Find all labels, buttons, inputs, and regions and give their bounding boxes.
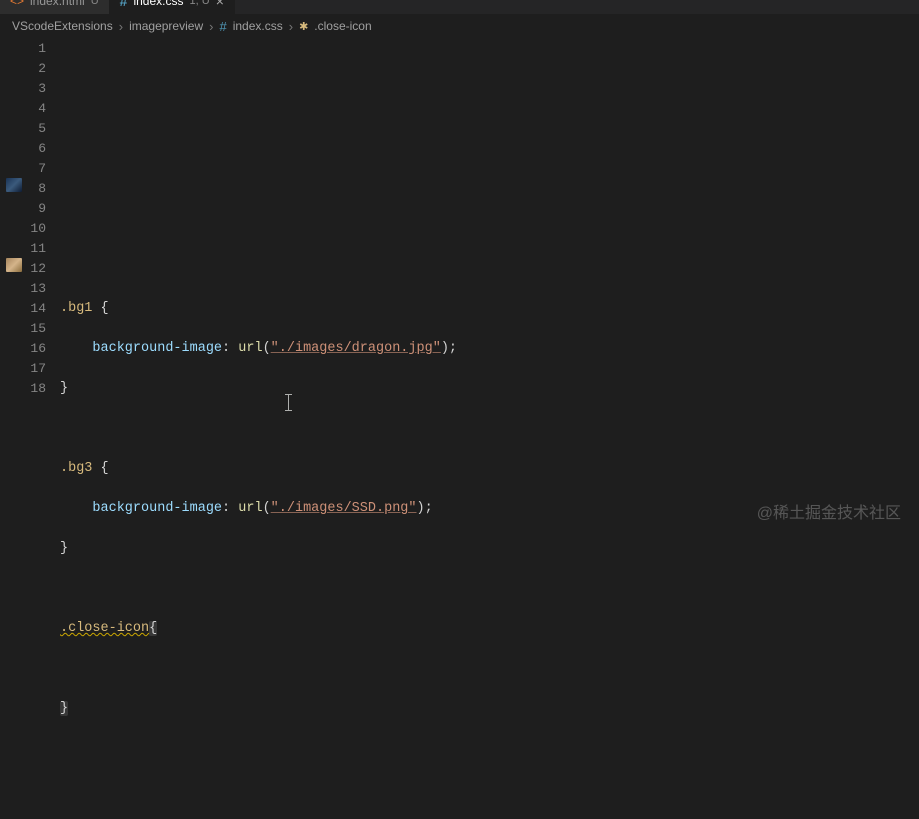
- gutter-decorations: [0, 38, 26, 535]
- line-number: 7: [26, 159, 46, 179]
- line-number: 9: [26, 199, 46, 219]
- line-number: 12: [26, 259, 46, 279]
- line-number-gutter: 1 2 3 4 5 6 7 8 9 10 11 12 13 14 15 16 1…: [26, 38, 60, 535]
- tab-label: index.html: [30, 0, 85, 8]
- line-number: 10: [26, 219, 46, 239]
- line-number: 3: [26, 79, 46, 99]
- breadcrumb-item[interactable]: .close-icon: [314, 19, 371, 33]
- line-number: 5: [26, 119, 46, 139]
- line-number: 4: [26, 99, 46, 119]
- tab-badge: 1, U: [190, 0, 210, 7]
- line-number: 16: [26, 339, 46, 359]
- line-number: 2: [26, 59, 46, 79]
- code-content[interactable]: .bg1 { background-image: url("./images/d…: [60, 38, 919, 535]
- chevron-right-icon: ›: [209, 19, 213, 34]
- line-number: 1: [26, 39, 46, 59]
- css-file-icon: #: [120, 0, 128, 9]
- breadcrumb-item[interactable]: index.css: [233, 19, 283, 33]
- line-number: 6: [26, 139, 46, 159]
- symbol-icon: ✱: [299, 20, 308, 33]
- watermark-text: @稀土掘金技术社区: [757, 499, 901, 523]
- tab-index-html[interactable]: <> index.html U: [0, 0, 110, 14]
- tab-label: index.css: [133, 0, 183, 8]
- line-number: 11: [26, 239, 46, 259]
- image-preview-thumbnail[interactable]: [6, 178, 22, 192]
- chevron-right-icon: ›: [289, 19, 293, 34]
- line-number: 18: [26, 379, 46, 399]
- breadcrumb[interactable]: VScodeExtensions › imagepreview › # inde…: [0, 14, 919, 38]
- tab-index-css[interactable]: # index.css 1, U ×: [110, 0, 235, 14]
- line-number: 8: [26, 179, 46, 199]
- line-number: 14: [26, 299, 46, 319]
- breadcrumb-item[interactable]: VScodeExtensions: [12, 19, 113, 33]
- line-number: 15: [26, 319, 46, 339]
- close-icon[interactable]: ×: [216, 0, 224, 8]
- editor-area[interactable]: 1 2 3 4 5 6 7 8 9 10 11 12 13 14 15 16 1…: [0, 38, 919, 535]
- text-cursor-icon: [288, 394, 289, 411]
- html-file-icon: <>: [10, 0, 24, 8]
- line-number: 13: [26, 279, 46, 299]
- tab-bar: <> index.html U # index.css 1, U ×: [0, 0, 919, 14]
- tab-badge: U: [91, 0, 99, 7]
- css-file-icon: #: [219, 19, 226, 34]
- line-number: 17: [26, 359, 46, 379]
- breadcrumb-item[interactable]: imagepreview: [129, 19, 203, 33]
- image-preview-thumbnail[interactable]: [6, 258, 22, 272]
- chevron-right-icon: ›: [119, 19, 123, 34]
